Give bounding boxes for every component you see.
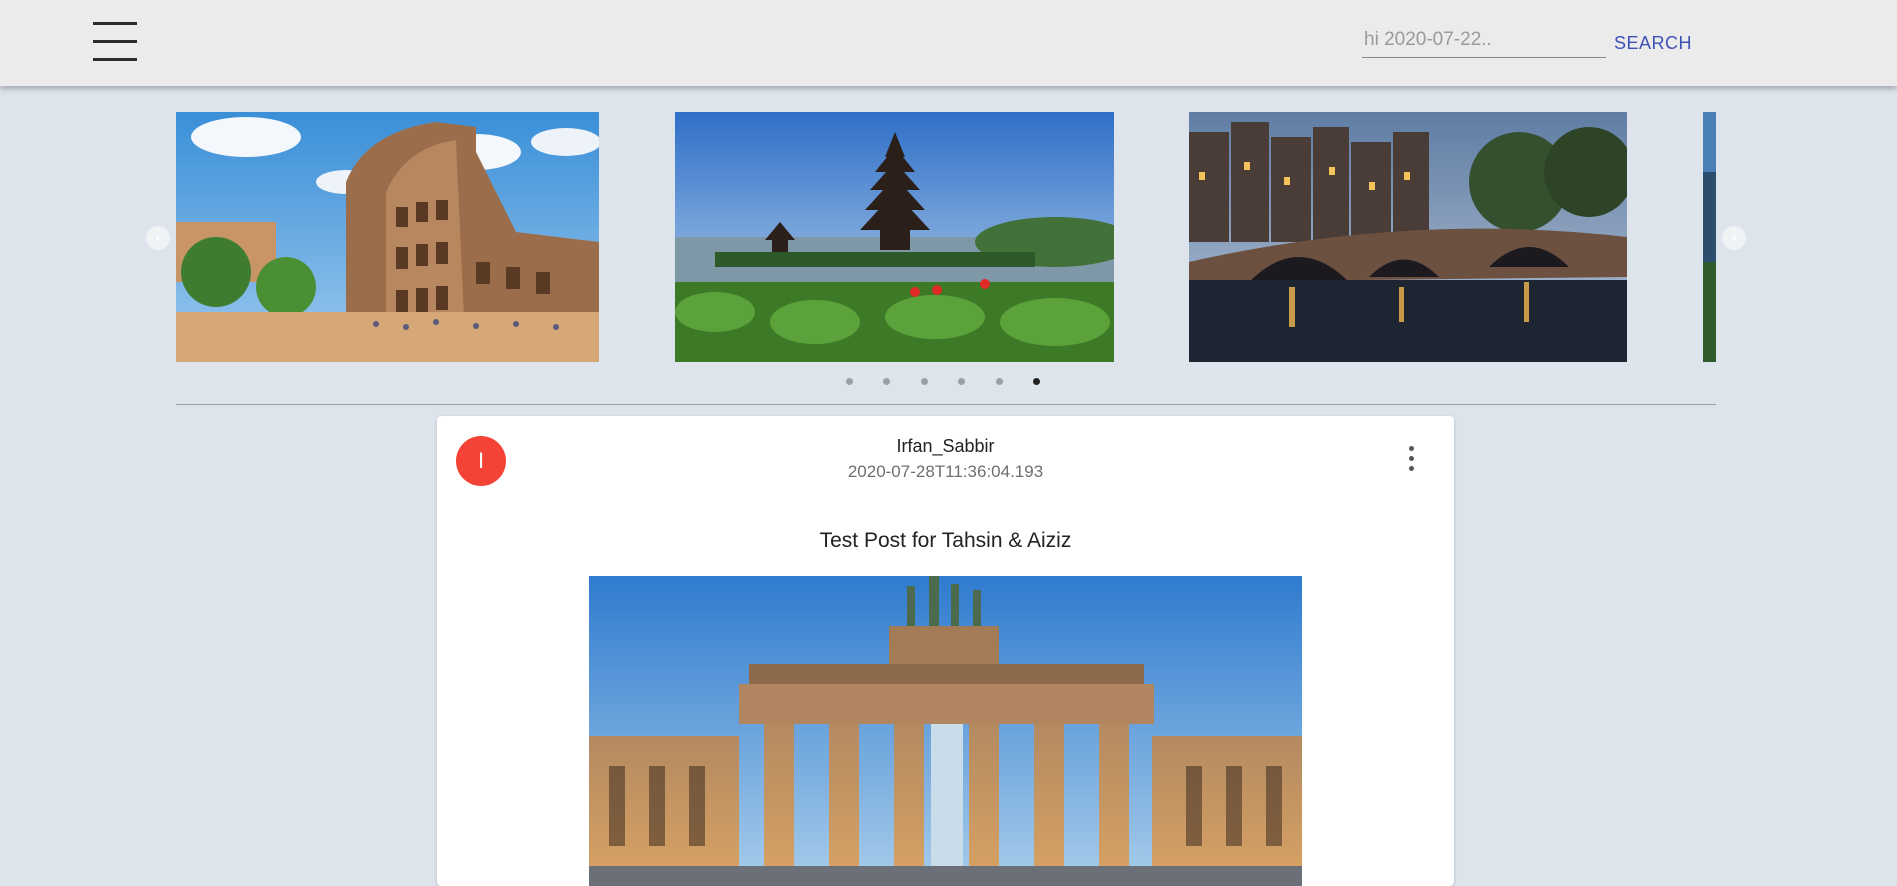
carousel-next-button[interactable]: › [1722,226,1746,250]
menu-line [93,22,137,25]
hamburger-menu-icon[interactable] [88,18,140,66]
app-bar: SEARCH [0,0,1897,86]
chevron-right-icon: › [1731,229,1737,246]
colosseum-photo [176,112,599,362]
search-button[interactable]: SEARCH [1608,26,1698,60]
post-author: Irfan_Sabbir [896,436,995,456]
menu-line [93,40,137,43]
search-input[interactable] [1362,22,1606,58]
temple-lake-photo [675,112,1114,362]
carousel-dot[interactable] [921,378,928,385]
carousel-dot[interactable] [883,378,890,385]
post-text: Test Post for Tahsin & Aiziz [819,529,1072,552]
carousel-slide-colosseum[interactable] [176,112,599,362]
menu-line [93,58,137,61]
brandenburg-gate-photo [589,576,1302,886]
post-timestamp: 2020-07-28T11:36:04.193 [847,462,1044,481]
carousel-slide-canal[interactable] [1189,112,1627,362]
chevron-left-icon: ‹ [155,229,161,246]
divider [176,404,1716,405]
more-dot [1409,456,1414,461]
more-dot [1409,446,1414,451]
carousel-prev-button[interactable]: ‹ [146,226,170,250]
carousel-dot[interactable] [958,378,965,385]
more-dot [1409,466,1414,471]
canal-bridge-photo [1189,112,1627,362]
carousel-dot[interactable] [996,378,1003,385]
carousel-dot[interactable] [846,378,853,385]
carousel-slide-partial[interactable] [1703,112,1716,362]
post-card: I Irfan_Sabbir 2020-07-28T11:36:04.193 T… [437,416,1454,886]
carousel-dot-active[interactable] [1033,378,1040,385]
post-image[interactable] [589,576,1302,886]
carousel-slide-temple[interactable] [675,112,1114,362]
partial-photo [1703,112,1716,362]
more-vertical-icon[interactable] [1397,442,1427,478]
image-carousel [176,112,1716,362]
